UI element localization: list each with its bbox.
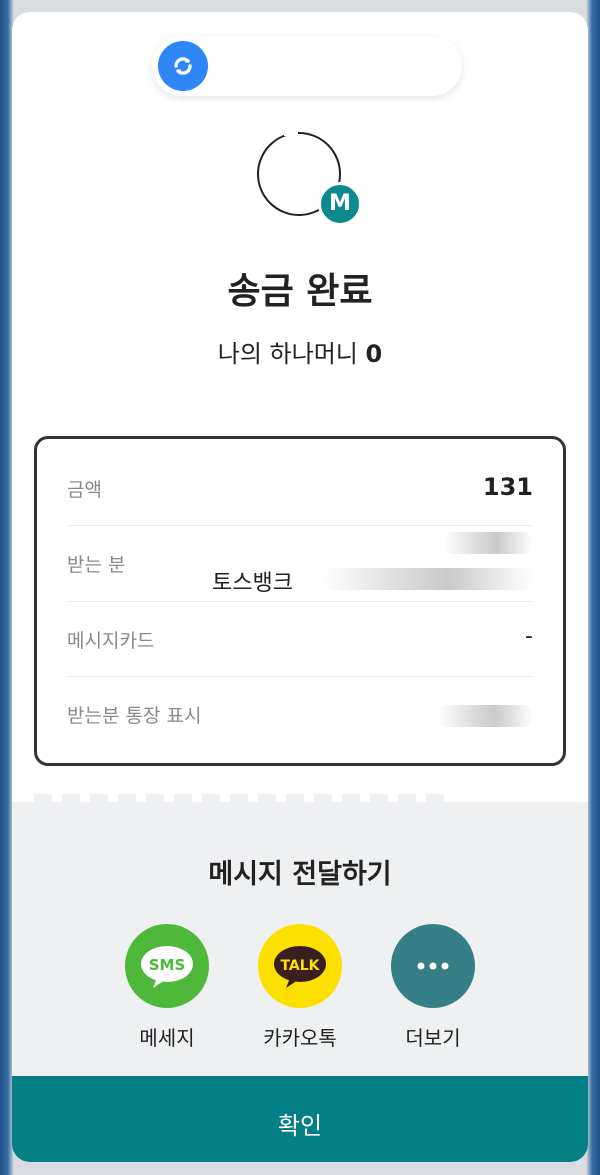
message-card-label: 메시지카드 (67, 630, 155, 652)
recipient-passbook-label: 받는분 통장 표시 (67, 705, 202, 727)
recipient-label: 받는 분 (67, 554, 126, 576)
share-kakaotalk-label: 카카오톡 (263, 1026, 337, 1050)
transfer-details-card: 금액 131 받는 분 메시지카드 - 받는분 통장 표시 (34, 436, 566, 766)
kakaotalk-icon-text: TALK (280, 958, 320, 974)
confirm-button[interactable]: 확인 (12, 1076, 588, 1162)
share-sms-label: 메세지 (139, 1026, 195, 1050)
sms-icon: SMS (125, 924, 209, 1008)
amount-label: 금액 (67, 479, 102, 501)
page-title: 송금 완료 (227, 271, 373, 312)
recipient-row: 받는 분 (67, 526, 533, 602)
share-title: 메시지 전달하기 (208, 859, 392, 890)
passbook-redacted (438, 705, 533, 727)
message-card-row: 메시지카드 - (67, 602, 533, 677)
message-card-value: - (525, 624, 533, 649)
balance-value: 0 (365, 340, 383, 368)
hana-money-balance: 나의 하나머니 0 (12, 334, 588, 369)
top-banner[interactable] (152, 36, 462, 96)
amount-row: 금액 131 (67, 451, 533, 526)
transfer-complete-sheet: M 송금 완료 나의 하나머니 0 금액 131 받는 분 메시지카드 - 받는… (12, 12, 588, 1162)
balance-label: 나의 하나머니 (217, 340, 358, 368)
share-more-button[interactable]: 더보기 (378, 924, 488, 1051)
recipient-account-redacted (323, 568, 533, 590)
more-icon (391, 924, 475, 1008)
share-sms-button[interactable]: SMS 메세지 (112, 924, 222, 1051)
toss-logo-icon (158, 41, 208, 91)
recipient-passbook-row: 받는분 통장 표시 (67, 677, 533, 751)
recipient-redacted (443, 532, 533, 554)
confirm-label: 확인 (277, 1112, 323, 1140)
kakaotalk-icon: TALK (258, 924, 342, 1008)
share-kakaotalk-button[interactable]: TALK 카카오톡 (245, 924, 355, 1051)
share-more-label: 더보기 (405, 1026, 461, 1050)
hana-money-badge-icon: M (318, 182, 362, 226)
recipient-bank-name: 토스뱅크 (212, 571, 293, 596)
amount-value: 131 (482, 473, 533, 501)
notice-line (34, 794, 454, 802)
sms-icon-text: SMS (149, 956, 186, 974)
